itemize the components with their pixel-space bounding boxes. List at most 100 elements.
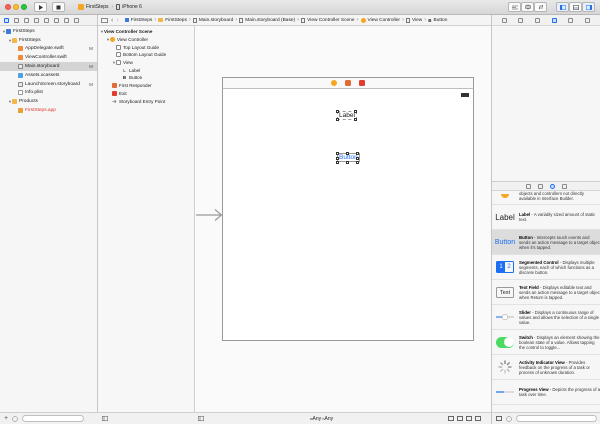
- storyboard-entry-arrow-icon[interactable]: [196, 208, 223, 222]
- first-responder-icon[interactable]: [345, 80, 351, 86]
- toggle-outline-icon[interactable]: [198, 416, 204, 421]
- resize-handle[interactable]: [336, 118, 339, 121]
- outline-row-entry-point[interactable]: Storyboard Entry Point: [98, 97, 194, 105]
- library-filter-input[interactable]: [516, 415, 597, 422]
- report-navigator-icon[interactable]: [74, 17, 79, 23]
- file-template-library-icon[interactable]: [526, 183, 531, 189]
- version-editor-button[interactable]: [534, 2, 547, 12]
- view-controller-scene[interactable]: Label Button: [222, 77, 474, 341]
- tree-row-group[interactable]: ▼ FirstSteps: [0, 36, 97, 45]
- breadcrumb-view-controller[interactable]: View Controller: [359, 17, 402, 23]
- outline-row-label[interactable]: L Label: [98, 66, 194, 74]
- symbol-navigator-icon[interactable]: [14, 17, 19, 23]
- resize-handle[interactable]: [336, 161, 339, 164]
- attributes-inspector-icon[interactable]: [551, 17, 557, 23]
- zoom-window-button[interactable]: [21, 4, 27, 10]
- tree-row-product[interactable]: FirstSteps.app: [0, 106, 97, 115]
- tree-row-file[interactable]: LaunchScreen.storyboard M: [0, 80, 97, 89]
- resize-handle[interactable]: [336, 110, 339, 113]
- library-item-progress-view[interactable]: Progress View - Depicts the progress of …: [492, 380, 600, 405]
- outline-row-scene[interactable]: ▼ View Controller Scene: [98, 28, 194, 36]
- test-navigator-icon[interactable]: [44, 17, 49, 23]
- related-items-icon[interactable]: [101, 17, 108, 23]
- tree-row-group[interactable]: ▼ Products: [0, 97, 97, 106]
- resolve-issues-icon[interactable]: [475, 416, 481, 421]
- storyboard-canvas[interactable]: Label Button: [195, 26, 491, 412]
- tree-row-project[interactable]: ▼ FirstSteps: [0, 27, 97, 36]
- object-library-icon[interactable]: [550, 183, 555, 189]
- tree-row-file-selected[interactable]: Main.storyboard M: [0, 62, 97, 71]
- breadcrumb-file[interactable]: Main.storyboard: [191, 17, 235, 23]
- size-class-control[interactable]: wAny hAny: [310, 416, 333, 422]
- resize-handle[interactable]: [345, 152, 349, 155]
- breadcrumb-localization[interactable]: Main.storyboard (Base): [237, 17, 297, 23]
- tree-row-file[interactable]: ViewController.swift: [0, 53, 97, 62]
- library-item-button[interactable]: Button Button - Intercepts touch events …: [492, 230, 600, 255]
- code-snippet-library-icon[interactable]: [538, 183, 543, 189]
- debug-navigator-icon[interactable]: [54, 17, 59, 23]
- library-item-segmented-control[interactable]: 1 2 Segmented Control - Displays multipl…: [492, 255, 600, 280]
- toggle-debug-button[interactable]: [569, 2, 582, 12]
- pin-icon[interactable]: [466, 416, 472, 421]
- scheme-selector[interactable]: FirstSteps › iPhone 6: [78, 2, 142, 12]
- resize-handle[interactable]: [354, 118, 357, 121]
- close-window-button[interactable]: [5, 4, 11, 10]
- library-item-switch[interactable]: Switch - Displays an element showing the…: [492, 330, 600, 355]
- add-icon[interactable]: +: [4, 415, 8, 422]
- search-navigator-icon[interactable]: [24, 17, 29, 23]
- scheme-device[interactable]: iPhone 6: [116, 4, 142, 10]
- size-inspector-icon[interactable]: [568, 17, 574, 23]
- align-icon[interactable]: [457, 416, 463, 421]
- stop-button[interactable]: [52, 2, 65, 12]
- folder-navigator-icon[interactable]: [4, 17, 9, 23]
- breadcrumb-project[interactable]: FirstSteps: [123, 18, 155, 23]
- breadcrumb-view[interactable]: View: [404, 17, 424, 23]
- resize-handle[interactable]: [354, 110, 357, 113]
- quick-help-icon[interactable]: [518, 17, 524, 23]
- outline-row-exit[interactable]: Exit: [98, 90, 194, 98]
- run-button[interactable]: [34, 2, 47, 12]
- issue-navigator-icon[interactable]: [34, 17, 39, 23]
- outline-row-button[interactable]: B Button: [98, 74, 194, 82]
- assistant-editor-button[interactable]: [521, 2, 534, 12]
- toggle-navigator-button[interactable]: [556, 2, 569, 12]
- resize-handle[interactable]: [356, 156, 359, 160]
- tree-row-file[interactable]: Assets.xcassets: [0, 71, 97, 80]
- file-inspector-icon[interactable]: [501, 17, 507, 23]
- filter-icon[interactable]: [506, 415, 512, 422]
- connections-inspector-icon[interactable]: [585, 17, 591, 23]
- breadcrumb-scene[interactable]: View Controller Scene: [299, 17, 356, 23]
- outline-row-top-layout-guide[interactable]: Top Layout Guide: [98, 43, 194, 51]
- breadcrumb-button[interactable]: B Button: [426, 18, 449, 23]
- grid-view-icon[interactable]: [496, 416, 502, 421]
- toggle-outline-icon[interactable]: [102, 416, 108, 421]
- resize-handle[interactable]: [356, 161, 359, 164]
- library-item-label[interactable]: Label Label - A variably sized amount of…: [492, 205, 600, 230]
- stack-icon[interactable]: [448, 416, 454, 421]
- outline-row-first-responder[interactable]: First Responder: [98, 82, 194, 90]
- media-library-icon[interactable]: [562, 183, 567, 189]
- library-item[interactable]: objects and controllers not directly ava…: [492, 191, 600, 205]
- navigator-filter-input[interactable]: [22, 415, 84, 422]
- toggle-utilities-button[interactable]: [582, 2, 595, 12]
- standard-editor-button[interactable]: [508, 2, 521, 12]
- tree-row-file[interactable]: AppDelegate.swift M: [0, 45, 97, 54]
- outline-row-view-controller[interactable]: ▼ View Controller: [98, 36, 194, 44]
- library-item-activity-indicator[interactable]: Activity Indicator View - Provides feedb…: [492, 355, 600, 380]
- tree-row-file[interactable]: Info.plist: [0, 89, 97, 98]
- view-controller-icon[interactable]: [331, 80, 337, 86]
- resize-handle[interactable]: [336, 152, 339, 155]
- library-item-slider[interactable]: Slider - Displays a continuous range of …: [492, 305, 600, 330]
- scheme-target[interactable]: FirstSteps: [78, 4, 109, 10]
- minimize-window-button[interactable]: [13, 4, 19, 10]
- library-item-text-field[interactable]: Text Text Field - Displays editable text…: [492, 280, 600, 305]
- outline-row-view[interactable]: ▼ View: [98, 59, 194, 67]
- exit-icon[interactable]: [359, 80, 365, 86]
- outline-row-bottom-layout-guide[interactable]: Bottom Layout Guide: [98, 51, 194, 59]
- breadcrumb-group[interactable]: FirstSteps: [156, 18, 189, 23]
- filter-icon[interactable]: [12, 415, 18, 422]
- resize-handle[interactable]: [356, 152, 359, 155]
- forward-arrow-icon[interactable]: ›: [116, 17, 118, 24]
- identity-inspector-icon[interactable]: [535, 17, 541, 23]
- back-arrow-icon[interactable]: ‹: [111, 17, 113, 24]
